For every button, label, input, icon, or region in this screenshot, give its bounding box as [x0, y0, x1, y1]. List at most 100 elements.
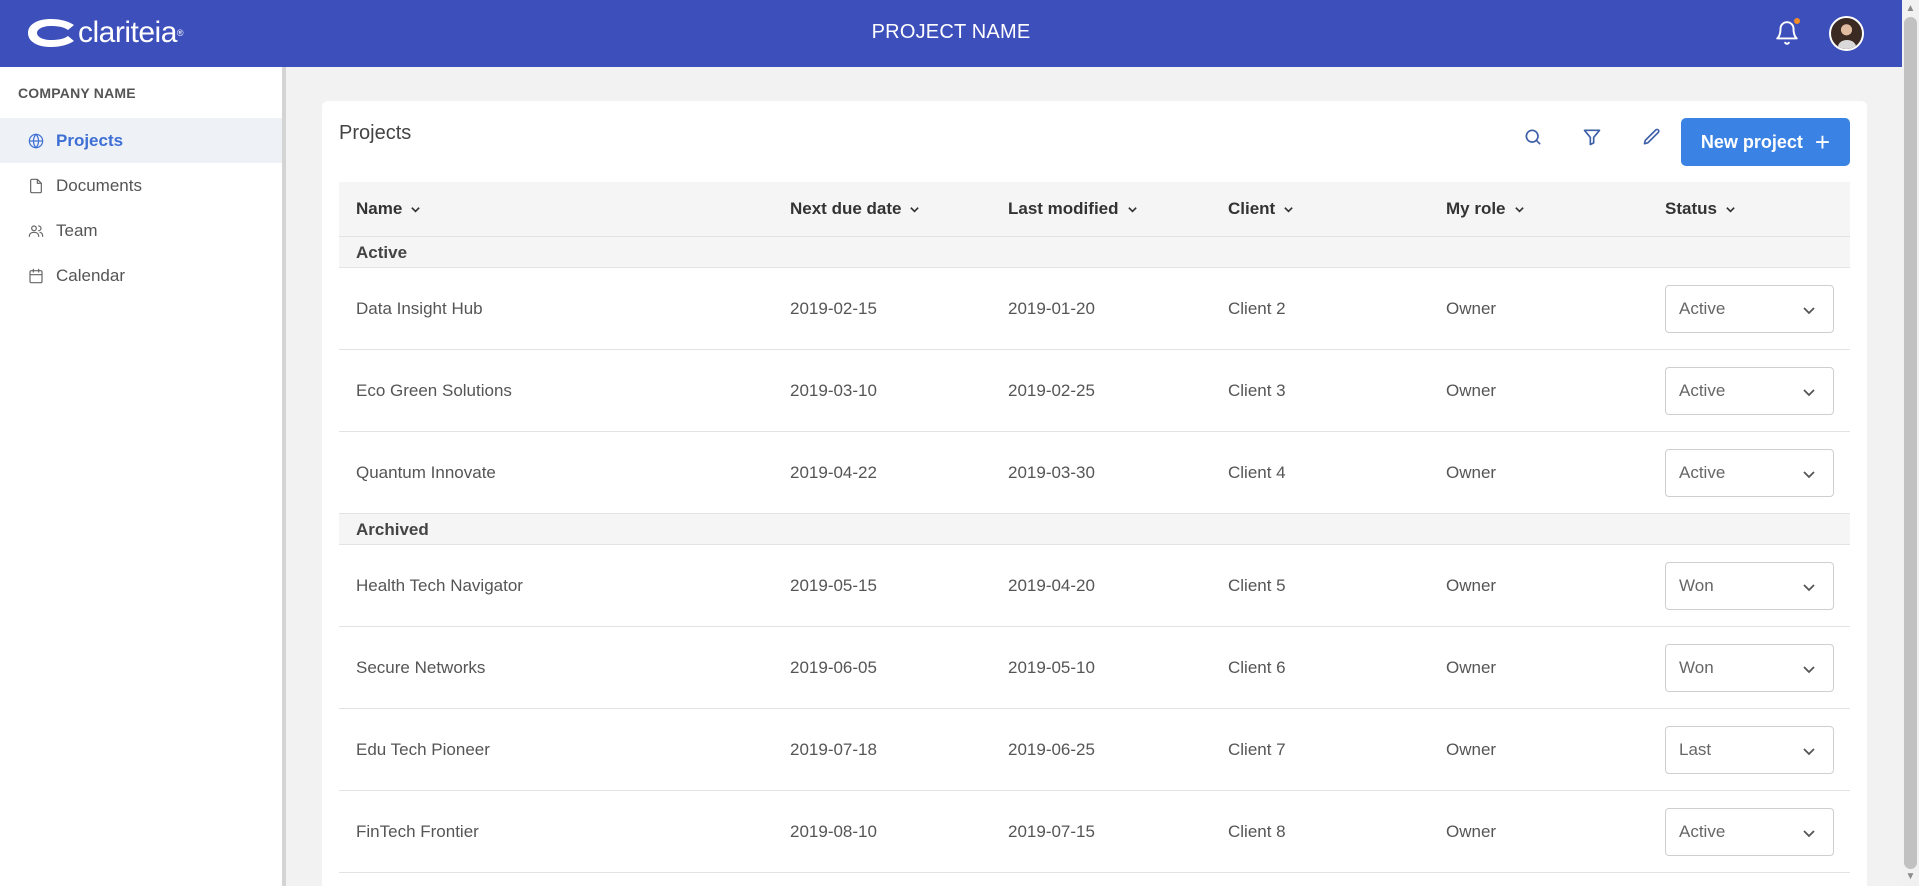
- scroll-up-arrow-icon[interactable]: ▲: [1904, 2, 1917, 16]
- sidebar-item-calendar[interactable]: Calendar: [0, 253, 282, 298]
- status-select[interactable]: Active: [1665, 449, 1834, 497]
- sidebar-item-label: Projects: [56, 130, 124, 150]
- column-header-my-role[interactable]: My role: [1446, 199, 1525, 219]
- chevron-down-icon: [910, 206, 920, 213]
- chevron-down-icon: [1803, 471, 1815, 479]
- role-cell: Owner: [1446, 381, 1497, 400]
- table-row[interactable]: Quantum Innovate 2019-04-22 2019-03-30 Clie…: [339, 432, 1850, 514]
- column-header-label: Last modified: [1008, 199, 1119, 218]
- table-row[interactable]: Edu Tech Pioneer 2019-07-18 2019-06-25 Clie…: [339, 709, 1850, 791]
- project-name-cell[interactable]: FinTech Frontier: [356, 822, 479, 842]
- sidebar-item-projects[interactable]: Projects: [0, 118, 282, 163]
- role-cell: Owner: [1446, 463, 1497, 482]
- search-icon[interactable]: [1520, 124, 1546, 150]
- next-due-date-cell: 2019-07-18: [790, 740, 877, 759]
- column-header-label: My role: [1446, 199, 1506, 218]
- next-due-date-cell: 2019-04-22: [790, 463, 877, 482]
- table-row[interactable]: Secure Networks 2019-06-05 2019-05-10 Clien…: [339, 627, 1850, 709]
- role-cell: Owner: [1446, 299, 1497, 318]
- status-select[interactable]: Active: [1665, 808, 1834, 856]
- status-value: Won: [1679, 576, 1714, 595]
- table-row[interactable]: Health Tech Navigator 2019-05-15 2019-04-2…: [339, 545, 1850, 627]
- status-value: Last: [1679, 740, 1712, 759]
- plus-icon: +: [1814, 127, 1831, 157]
- chevron-down-icon: [1803, 307, 1815, 315]
- chevron-down-icon: [1803, 666, 1815, 674]
- client-cell: Client 4: [1228, 463, 1286, 482]
- chevron-down-icon: [1803, 389, 1815, 397]
- project-name-cell[interactable]: Data Insight Hub: [356, 299, 483, 319]
- project-name-cell[interactable]: Quantum Innovate: [356, 463, 496, 483]
- sidebar-item-documents[interactable]: Documents: [0, 163, 282, 208]
- sidebar: COMPANY NAME Projects Documents Team Cal…: [0, 67, 286, 886]
- client-cell: Client 6: [1228, 658, 1286, 677]
- table-row[interactable]: FinTech Frontier 2019-08-10 2019-07-15 Clie…: [339, 791, 1850, 873]
- column-header-name[interactable]: Name: [356, 199, 421, 219]
- client-cell: Client 7: [1228, 740, 1286, 759]
- project-title: PROJECT NAME: [871, 21, 1031, 43]
- sidebar-item-label: Calendar: [56, 265, 125, 285]
- client-cell: Client 8: [1228, 822, 1286, 841]
- project-name-cell[interactable]: Health Tech Navigator: [356, 576, 523, 596]
- notification-badge: [1793, 17, 1801, 25]
- column-header-client[interactable]: Client: [1228, 199, 1294, 219]
- column-header-label: Next due date: [790, 199, 902, 218]
- table-body: Active Data Insight Hub 2019-02-15 2019-01-…: [339, 237, 1850, 873]
- edit-icon[interactable]: [1639, 124, 1665, 150]
- new-project-label: New project: [1700, 131, 1803, 152]
- role-cell: Owner: [1446, 576, 1497, 595]
- project-name-cell[interactable]: Edu Tech Pioneer: [356, 740, 490, 760]
- filter-icon[interactable]: [1579, 124, 1605, 150]
- sidebar-nav: Projects Documents Team Calendar: [0, 118, 282, 298]
- status-value: Won: [1679, 658, 1714, 677]
- scroll-down-arrow-icon[interactable]: ▼: [1904, 870, 1917, 884]
- client-cell: Client 5: [1228, 576, 1286, 595]
- column-header-status[interactable]: Status: [1665, 199, 1736, 219]
- role-cell: Owner: [1446, 658, 1497, 677]
- chevron-down-icon: [1726, 206, 1735, 213]
- page-title: Projects: [339, 122, 412, 144]
- next-due-date-cell: 2019-03-10: [790, 381, 877, 400]
- document-icon: [28, 178, 44, 194]
- chevron-down-icon: [1514, 206, 1524, 213]
- column-header-label: Status: [1665, 199, 1717, 218]
- top-bar: clariteia ® PROJECT NAME: [0, 0, 1902, 67]
- project-name-cell[interactable]: Secure Networks: [356, 658, 485, 678]
- projects-table: Name Next due date Last modified Client …: [339, 182, 1850, 873]
- column-header-next-due-date[interactable]: Next due date: [790, 199, 920, 219]
- table-row[interactable]: Data Insight Hub 2019-02-15 2019-01-20 Clie…: [339, 268, 1850, 350]
- next-due-date-cell: 2019-08-10: [790, 822, 877, 841]
- client-cell: Client 3: [1228, 381, 1286, 400]
- scrollbar-thumb[interactable]: [1904, 17, 1917, 869]
- status-select[interactable]: Active: [1665, 367, 1834, 415]
- column-header-last-modified[interactable]: Last modified: [1008, 199, 1138, 219]
- last-modified-cell: 2019-04-20: [1008, 576, 1095, 595]
- table-row[interactable]: Eco Green Solutions 2019-03-10 2019-02-25 C…: [339, 350, 1850, 432]
- column-header-label: Client: [1228, 199, 1276, 218]
- chevron-down-icon: [1127, 206, 1137, 213]
- role-cell: Owner: [1446, 822, 1497, 841]
- status-select[interactable]: Won: [1665, 562, 1834, 610]
- last-modified-cell: 2019-06-25: [1008, 740, 1095, 759]
- chevron-down-icon: [1803, 830, 1815, 838]
- last-modified-cell: 2019-05-10: [1008, 658, 1095, 677]
- chevron-down-icon: [1803, 748, 1815, 756]
- table-header: Name Next due date Last modified Client …: [339, 182, 1850, 237]
- sidebar-item-team[interactable]: Team: [0, 208, 282, 253]
- chevron-down-icon: [411, 206, 421, 213]
- last-modified-cell: 2019-02-25: [1008, 381, 1095, 400]
- new-project-button[interactable]: New project +: [1681, 118, 1850, 166]
- status-select[interactable]: Last: [1665, 726, 1834, 774]
- project-name-cell[interactable]: Eco Green Solutions: [356, 381, 512, 401]
- status-value: Active: [1679, 463, 1726, 482]
- next-due-date-cell: 2019-06-05: [790, 658, 877, 677]
- user-avatar[interactable]: [1829, 16, 1864, 51]
- next-due-date-cell: 2019-02-15: [790, 299, 877, 318]
- group-label: Archived: [356, 520, 429, 539]
- last-modified-cell: 2019-03-30: [1008, 463, 1095, 482]
- next-due-date-cell: 2019-05-15: [790, 576, 877, 595]
- status-select[interactable]: Won: [1665, 644, 1834, 692]
- role-cell: Owner: [1446, 740, 1497, 759]
- status-select[interactable]: Active: [1665, 285, 1834, 333]
- projects-card: Projects New project + Name Next due dat…: [322, 101, 1867, 886]
